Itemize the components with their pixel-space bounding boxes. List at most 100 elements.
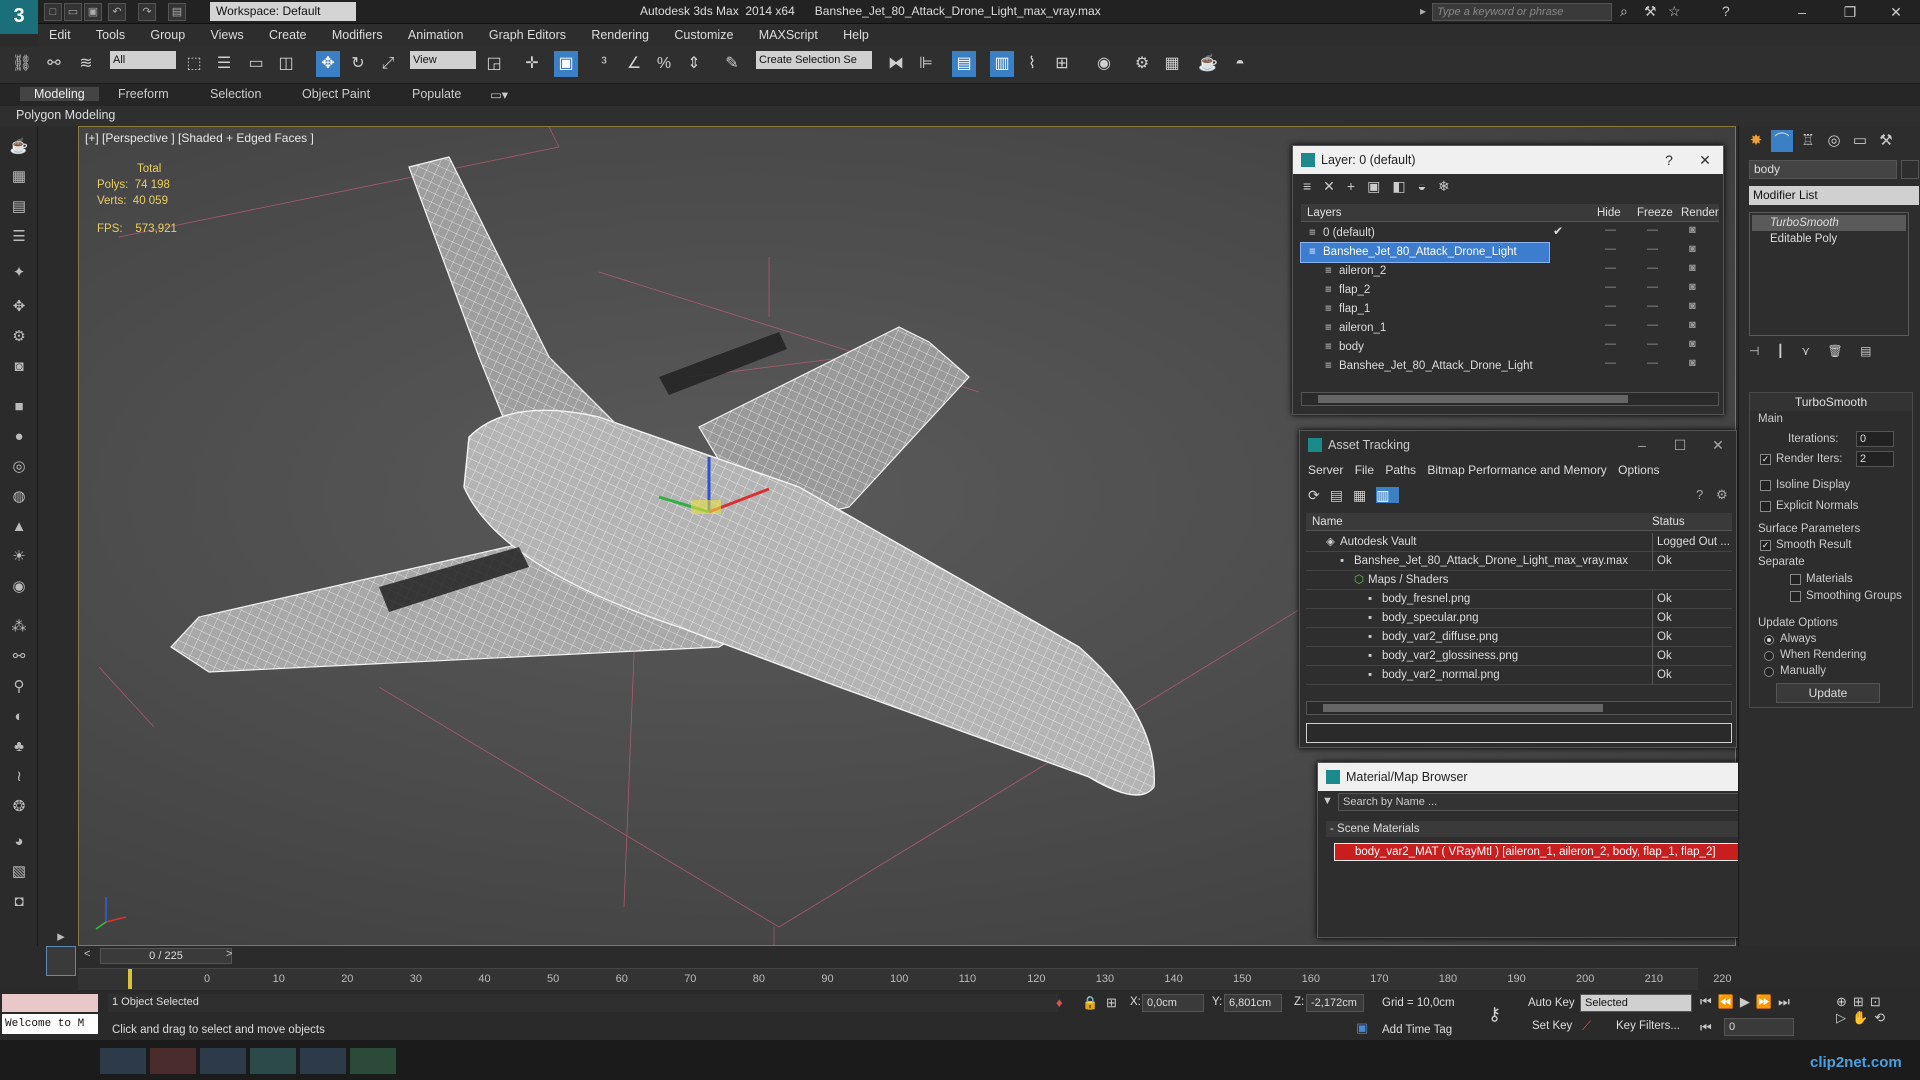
- layer-render-toggle[interactable]: ◙: [1689, 262, 1696, 274]
- list-icon[interactable]: ☰: [8, 226, 30, 248]
- move-tool-icon[interactable]: ✥: [8, 296, 30, 318]
- smooth-result-checkbox[interactable]: ✓: [1760, 540, 1771, 551]
- frame-counter[interactable]: 0 / 225: [100, 948, 232, 964]
- layer-render-toggle[interactable]: ◙: [1689, 357, 1696, 369]
- asset-menu-options[interactable]: Options: [1618, 463, 1659, 477]
- layer-hide-toggle[interactable]: —: [1605, 338, 1616, 350]
- sun-icon[interactable]: ☀: [8, 546, 30, 568]
- globe-icon[interactable]: ◐: [8, 706, 30, 728]
- prev-frame-icon[interactable]: ⏪: [1718, 994, 1740, 1009]
- tab-freeform[interactable]: Freeform: [118, 87, 169, 101]
- menu-customize[interactable]: Customize: [663, 24, 744, 46]
- sky-sphere-icon[interactable]: ◕: [8, 831, 30, 853]
- update-button[interactable]: Update: [1776, 683, 1880, 703]
- layer-row[interactable]: ≡ Banshee_Jet_80_Attack_Drone_Light: [1317, 357, 1581, 376]
- undo-icon[interactable]: ↶: [108, 3, 126, 21]
- key-mode-icon[interactable]: ⏮: [1700, 1020, 1712, 1036]
- material-search-input[interactable]: Search by Name ...: [1338, 793, 1756, 811]
- key-filters-button[interactable]: Key Filters...: [1616, 1020, 1680, 1032]
- taskbar-app-3[interactable]: [200, 1048, 246, 1074]
- layer-row[interactable]: ≡ aileron_2: [1317, 262, 1581, 281]
- star-icon[interactable]: ☆: [1668, 3, 1681, 20]
- pan-icon[interactable]: ✋: [1852, 1010, 1874, 1025]
- select-scale-icon[interactable]: ⤢: [376, 51, 400, 77]
- time-marker[interactable]: [128, 969, 132, 989]
- asset-settings-icon[interactable]: ⚙: [1716, 487, 1728, 503]
- percent-snap-icon[interactable]: %: [652, 51, 676, 77]
- explicit-normals-checkbox[interactable]: [1760, 501, 1771, 512]
- plane-icon[interactable]: ▦: [8, 166, 30, 188]
- col-render[interactable]: Render: [1675, 204, 1719, 222]
- taskbar-app-5[interactable]: [300, 1048, 346, 1074]
- cone-icon[interactable]: ▲: [8, 516, 30, 538]
- layer-row[interactable]: ≡ flap_2: [1317, 281, 1581, 300]
- x-coord-field[interactable]: 0,0cm: [1142, 994, 1204, 1012]
- key-mode-dropdown[interactable]: Selected: [1580, 994, 1692, 1012]
- tab-object-paint[interactable]: Object Paint: [302, 87, 370, 101]
- col-status[interactable]: Status: [1646, 513, 1732, 531]
- mirror-icon[interactable]: ⧓: [884, 51, 908, 77]
- disc-icon[interactable]: ◉: [8, 576, 30, 598]
- scene-materials-header[interactable]: - Scene Materials: [1326, 821, 1746, 837]
- menu-animation[interactable]: Animation: [397, 24, 475, 46]
- layer-new-icon[interactable]: ≡: [1303, 178, 1323, 194]
- reference-coord-dropdown[interactable]: View: [410, 51, 476, 69]
- motion-tab-icon[interactable]: ◎: [1823, 130, 1845, 152]
- layer-delete-icon[interactable]: ✕: [1323, 178, 1347, 194]
- taskbar-app-1[interactable]: [100, 1048, 146, 1074]
- maximize-button[interactable]: ❐: [1830, 2, 1870, 22]
- layer-hide-toggle[interactable]: —: [1605, 224, 1616, 236]
- layer-add-icon[interactable]: +: [1347, 178, 1367, 194]
- close-button[interactable]: ✕: [1876, 2, 1916, 22]
- asset-list-icon[interactable]: ▤: [1330, 487, 1353, 503]
- render-production-icon[interactable]: ☕: [1196, 51, 1220, 77]
- layer-render-toggle[interactable]: ◙: [1689, 300, 1696, 312]
- material-browser-title[interactable]: Material/Map Browser: [1318, 763, 1762, 791]
- asset-menu-paths[interactable]: Paths: [1385, 463, 1416, 477]
- help-icon[interactable]: ?: [1722, 3, 1730, 19]
- light-icon[interactable]: ✦: [8, 262, 30, 284]
- layer-render-toggle[interactable]: ◙: [1689, 319, 1696, 331]
- col-hide[interactable]: Hide: [1591, 204, 1631, 222]
- modifier-list-dropdown[interactable]: Modifier List: [1749, 186, 1919, 205]
- material-options-icon[interactable]: ▼: [1322, 795, 1333, 807]
- render-iterative-icon[interactable]: ◓: [1228, 51, 1252, 77]
- menu-tools[interactable]: Tools: [85, 24, 136, 46]
- asset-maximize-button[interactable]: ☐: [1666, 431, 1694, 459]
- pin-stack-icon[interactable]: ⊣: [1749, 344, 1759, 358]
- open-file-icon[interactable]: ▭: [64, 3, 82, 21]
- layer-render-toggle[interactable]: ◙: [1689, 243, 1696, 255]
- curve-editor-icon[interactable]: ⌇: [1020, 51, 1044, 77]
- play-icon[interactable]: ▶: [1740, 994, 1756, 1009]
- layer-hide-all-icon[interactable]: ◒: [1418, 178, 1438, 194]
- layer-freeze-toggle[interactable]: —: [1647, 262, 1658, 274]
- project-folder-icon[interactable]: ▤: [168, 3, 186, 21]
- layer-select-icon[interactable]: ▣: [1367, 178, 1392, 194]
- render-setup-icon[interactable]: ⚙: [1130, 51, 1154, 77]
- menu-create[interactable]: Create: [258, 24, 318, 46]
- rect-selection-icon[interactable]: ▭: [244, 51, 268, 77]
- fov-icon[interactable]: ▷: [1836, 1010, 1852, 1025]
- expand-toolbar-icon[interactable]: ▸: [50, 926, 72, 948]
- render-cam-icon[interactable]: ◘: [8, 891, 30, 913]
- display-tab-icon[interactable]: ▭: [1849, 130, 1871, 152]
- orbit-icon[interactable]: ⟲: [1874, 1010, 1891, 1025]
- asset-menu-file[interactable]: File: [1355, 463, 1374, 477]
- col-layers[interactable]: Layers: [1301, 204, 1591, 222]
- tab-modeling[interactable]: Modeling: [20, 87, 99, 101]
- layer-freeze-toggle[interactable]: —: [1647, 338, 1658, 350]
- select-by-name-icon[interactable]: ☰: [212, 51, 236, 77]
- maxscript-listener-input[interactable]: Welcome to M: [2, 1014, 98, 1034]
- tab-populate[interactable]: Populate: [412, 87, 461, 101]
- layer-freeze-toggle[interactable]: —: [1647, 281, 1658, 293]
- bind-spacewarp-icon[interactable]: ≋: [74, 51, 98, 77]
- search-input[interactable]: Type a keyword or phrase: [1432, 3, 1612, 21]
- align-icon[interactable]: ⊫: [914, 51, 938, 77]
- auto-key-button[interactable]: Auto Key: [1528, 997, 1575, 1009]
- redo-icon[interactable]: ↷: [138, 3, 156, 21]
- asset-row[interactable]: ▪ body_var2_normal.png Ok: [1306, 666, 1732, 685]
- configure-sets-icon[interactable]: ▤: [1860, 344, 1871, 358]
- search-arrow-icon[interactable]: ▸: [1420, 4, 1426, 18]
- layer-row[interactable]: ≡ flap_1: [1317, 300, 1581, 319]
- layer-hide-toggle[interactable]: —: [1605, 243, 1616, 255]
